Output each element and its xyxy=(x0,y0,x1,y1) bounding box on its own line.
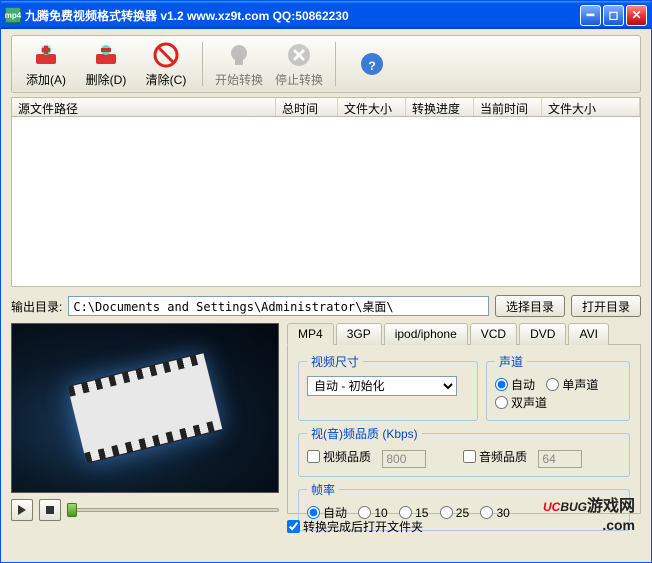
audio-mono-radio[interactable]: 单声道 xyxy=(546,376,598,393)
output-row: 输出目录: 选择目录 打开目录 xyxy=(11,295,641,317)
delete-icon xyxy=(92,41,120,69)
audio-channel-group: 声道 自动 单声道 双声道 xyxy=(486,353,630,421)
choose-dir-button[interactable]: 选择目录 xyxy=(495,295,565,317)
col-current[interactable]: 当前时间 xyxy=(474,98,542,116)
app-window: mp4 九腾免费视频格式转换器 v1.2 www.xz9t.com QQ:508… xyxy=(0,0,652,563)
video-size-legend: 视频尺寸 xyxy=(307,353,363,370)
stop-label: 停止转换 xyxy=(275,71,323,88)
col-total[interactable]: 总时间 xyxy=(276,98,338,116)
col-size[interactable]: 文件大小 xyxy=(338,98,406,116)
delete-label: 删除(D) xyxy=(86,71,127,88)
open-dir-button[interactable]: 打开目录 xyxy=(571,295,641,317)
delete-button[interactable]: 删除(D) xyxy=(78,39,134,89)
add-icon xyxy=(32,41,60,69)
video-quality-value xyxy=(382,450,426,468)
video-size-group: 视频尺寸 自动 - 初始化 xyxy=(298,353,478,421)
seek-slider[interactable] xyxy=(67,501,279,519)
format-tabs: MP4 3GP ipod/iphone VCD DVD AVI xyxy=(287,323,641,345)
video-size-select[interactable]: 自动 - 初始化 xyxy=(307,376,457,396)
audio-quality-check[interactable]: 音频品质 xyxy=(463,448,527,465)
stop-icon xyxy=(285,41,313,69)
clear-label: 清除(C) xyxy=(146,71,187,88)
tab-dvd[interactable]: DVD xyxy=(519,323,566,345)
tab-3gp[interactable]: 3GP xyxy=(336,323,382,345)
play-button[interactable] xyxy=(11,499,33,521)
film-icon xyxy=(67,352,222,463)
col-size2[interactable]: 文件大小 xyxy=(542,98,640,116)
quality-group: 视(音)频品质 (Kbps) 视频品质 音频品质 xyxy=(298,425,630,477)
quality-legend: 视(音)频品质 (Kbps) xyxy=(307,425,422,442)
tab-mp4[interactable]: MP4 xyxy=(287,323,334,345)
clear-icon xyxy=(152,41,180,69)
fps-25-radio[interactable]: 25 xyxy=(440,506,469,520)
toolbar: 添加(A) 删除(D) 清除(C) 开始转换 停止转换 ? xyxy=(11,35,641,93)
app-icon: mp4 xyxy=(5,7,21,23)
output-path-input[interactable] xyxy=(68,296,489,316)
settings-pane: MP4 3GP ipod/iphone VCD DVD AVI 视频尺寸 自动 … xyxy=(287,323,641,535)
tab-ipod[interactable]: ipod/iphone xyxy=(384,323,468,345)
minimize-button[interactable]: ━ xyxy=(580,5,601,26)
add-label: 添加(A) xyxy=(26,71,66,88)
close-button[interactable]: ✕ xyxy=(626,5,647,26)
file-list-header: 源文件路径 总时间 文件大小 转换进度 当前时间 文件大小 xyxy=(11,97,641,117)
toolbar-separator-2 xyxy=(335,42,336,86)
audio-stereo-radio[interactable]: 双声道 xyxy=(495,394,547,411)
output-label: 输出目录: xyxy=(11,298,62,315)
stop-button[interactable]: 停止转换 xyxy=(271,39,327,89)
start-button[interactable]: 开始转换 xyxy=(211,39,267,89)
tab-avi[interactable]: AVI xyxy=(568,323,608,345)
audio-legend: 声道 xyxy=(495,353,527,370)
fps-30-radio[interactable]: 30 xyxy=(480,506,509,520)
content-area: 添加(A) 删除(D) 清除(C) 开始转换 停止转换 ? xyxy=(1,29,651,543)
tab-vcd[interactable]: VCD xyxy=(470,323,517,345)
window-title: 九腾免费视频格式转换器 v1.2 www.xz9t.com QQ:5086223… xyxy=(25,7,580,24)
video-quality-check[interactable]: 视频品质 xyxy=(307,448,371,465)
toolbar-separator xyxy=(202,42,203,86)
open-when-done-check[interactable]: 转换完成后打开文件夹 xyxy=(287,518,423,535)
help-icon: ? xyxy=(358,50,386,78)
stop-playback-button[interactable] xyxy=(39,499,61,521)
col-progress[interactable]: 转换进度 xyxy=(406,98,474,116)
file-list[interactable] xyxy=(11,117,641,287)
clear-button[interactable]: 清除(C) xyxy=(138,39,194,89)
settings-panel: 视频尺寸 自动 - 初始化 声道 自动 单声道 双声道 xyxy=(287,344,641,514)
maximize-button[interactable]: ◻ xyxy=(603,5,624,26)
start-label: 开始转换 xyxy=(215,71,263,88)
preview-screen[interactable] xyxy=(11,323,279,493)
svg-text:?: ? xyxy=(368,59,375,73)
start-icon xyxy=(225,41,253,69)
audio-quality-value xyxy=(538,450,582,468)
help-button[interactable]: ? xyxy=(344,39,400,89)
add-button[interactable]: 添加(A) xyxy=(18,39,74,89)
preview-pane xyxy=(11,323,279,535)
fps-legend: 帧率 xyxy=(307,481,339,498)
col-path[interactable]: 源文件路径 xyxy=(12,98,276,116)
audio-auto-radio[interactable]: 自动 xyxy=(495,376,535,393)
titlebar[interactable]: mp4 九腾免费视频格式转换器 v1.2 www.xz9t.com QQ:508… xyxy=(1,1,651,29)
